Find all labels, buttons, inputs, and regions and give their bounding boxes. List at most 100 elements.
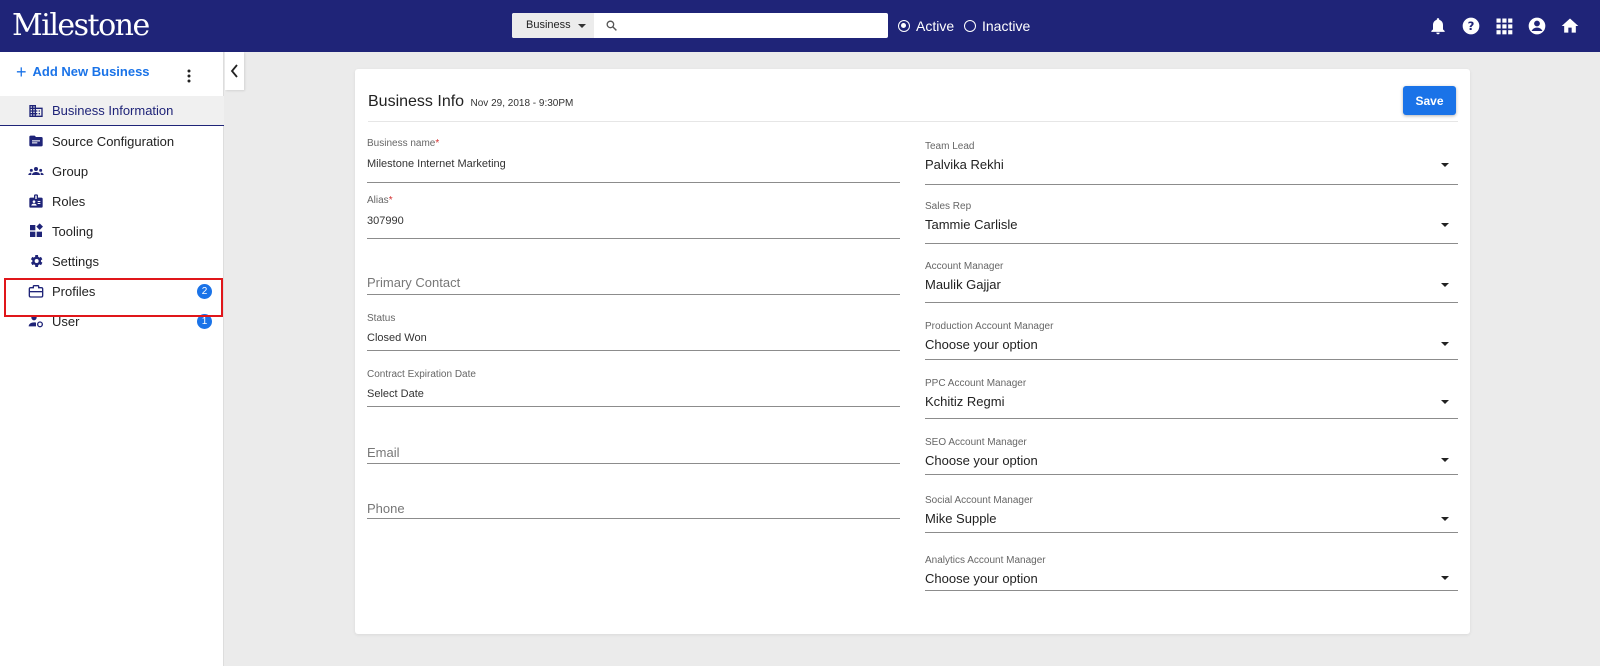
label-text: Alias	[367, 195, 389, 206]
milestone-logo[interactable]: Milestone	[12, 8, 150, 44]
caret-down-icon	[578, 24, 586, 28]
primary-contact-field[interactable]: Primary Contact	[367, 269, 900, 295]
production-account-manager-label: Production Account Manager	[925, 321, 1054, 332]
required-marker: *	[388, 195, 393, 206]
account-manager-value: Maulik Gajjar	[925, 277, 1001, 292]
sidebar-item-label: Business Information	[52, 103, 174, 118]
analytics-account-manager-label: Analytics Account Manager	[925, 555, 1046, 566]
caret-down-icon	[1441, 223, 1449, 227]
account-circle-icon[interactable]	[1527, 16, 1547, 36]
folder-icon	[29, 135, 43, 147]
bell-icon[interactable]	[1428, 16, 1448, 36]
card-title-text: Business Info	[368, 93, 465, 110]
account-manager-label: Account Manager	[925, 261, 1004, 272]
collapse-sidebar-button[interactable]	[225, 52, 244, 90]
caret-down-icon	[1441, 576, 1449, 580]
sidebar-item-label: Source Configuration	[52, 133, 175, 149]
contract-expiration-label: Contract Expiration Date	[367, 369, 476, 380]
seo-account-manager-select[interactable]: SEO Account Manager Choose your option	[925, 437, 1458, 475]
seo-account-manager-label: SEO Account Manager	[925, 437, 1027, 448]
top-navigation-bar: Milestone Business Active Inactive ?	[0, 0, 1600, 52]
save-button[interactable]: Save	[1403, 86, 1456, 115]
add-new-business-button[interactable]: + Add New Business	[16, 63, 150, 81]
radio-selected-icon	[898, 20, 910, 32]
roles-icon	[29, 194, 43, 208]
sidebar-item-label: Group	[52, 163, 89, 179]
sidebar-item-settings[interactable]: Settings	[0, 246, 224, 276]
status-field[interactable]: Status Closed Won	[367, 313, 900, 351]
add-new-business-label: Add New Business	[32, 64, 150, 79]
search-scope-label: Business	[526, 19, 571, 31]
alias-value: 307990	[367, 215, 404, 227]
phone-field[interactable]: Phone	[367, 499, 900, 519]
sidebar: + Add New Business Business Information …	[0, 52, 224, 666]
caret-down-icon	[1441, 163, 1449, 167]
social-account-manager-value: Mike Supple	[925, 511, 997, 526]
search-icon	[606, 20, 617, 31]
required-marker: *	[435, 138, 440, 149]
business-name-field[interactable]: Business name* Milestone Internet Market…	[367, 138, 900, 183]
contract-expiration-value: Select Date	[367, 388, 424, 400]
team-lead-value: Palvika Rekhi	[925, 157, 1004, 172]
home-icon[interactable]	[1560, 16, 1580, 36]
email-field[interactable]: Email	[367, 441, 900, 464]
email-placeholder: Email	[367, 445, 400, 460]
sales-rep-select[interactable]: Sales Rep Tammie Carlisle	[925, 201, 1458, 244]
sidebar-item-tooling[interactable]: Tooling	[0, 216, 224, 246]
phone-placeholder: Phone	[367, 501, 405, 516]
inactive-radio-label: Inactive	[982, 18, 1031, 34]
primary-contact-placeholder: Primary Contact	[367, 275, 461, 290]
radio-unselected-icon	[964, 20, 976, 32]
inactive-radio[interactable]: Inactive	[964, 18, 1030, 34]
more-vert-icon[interactable]	[183, 68, 195, 84]
divider	[368, 121, 1458, 122]
header-icons: ?	[1428, 16, 1580, 36]
sidebar-item-label: Tooling	[52, 223, 94, 239]
highlight-box	[4, 278, 223, 317]
analytics-account-manager-value: Choose your option	[925, 571, 1038, 586]
active-radio[interactable]: Active	[898, 18, 954, 34]
production-account-manager-select[interactable]: Production Account Manager Choose your o…	[925, 321, 1458, 360]
seo-account-manager-value: Choose your option	[925, 453, 1038, 468]
alias-label: Alias*	[367, 195, 393, 206]
analytics-account-manager-select[interactable]: Analytics Account Manager Choose your op…	[925, 555, 1458, 591]
social-account-manager-label: Social Account Manager	[925, 495, 1033, 506]
social-account-manager-select[interactable]: Social Account Manager Mike Supple	[925, 495, 1458, 533]
sidebar-item-roles[interactable]: Roles	[0, 186, 224, 216]
caret-down-icon	[1441, 400, 1449, 404]
active-radio-label: Active	[916, 18, 955, 34]
sidebar-item-source-configuration[interactable]: Source Configuration	[0, 126, 224, 156]
sales-rep-value: Tammie Carlisle	[925, 217, 1018, 232]
sales-rep-label: Sales Rep	[925, 201, 972, 212]
production-account-manager-value: Choose your option	[925, 337, 1038, 352]
status-value: Closed Won	[367, 332, 427, 344]
caret-down-icon	[1441, 283, 1449, 287]
sidebar-item-business-information[interactable]: Business Information	[0, 96, 224, 126]
contract-expiration-field[interactable]: Contract Expiration Date Select Date	[367, 369, 900, 407]
team-lead-label: Team Lead	[925, 141, 975, 152]
card-date: Nov 29, 2018 - 9:30PM	[470, 98, 574, 109]
team-lead-select[interactable]: Team Lead Palvika Rekhi	[925, 141, 1458, 185]
gear-icon	[30, 255, 43, 267]
search-scope-dropdown[interactable]: Business	[512, 13, 594, 38]
caret-down-icon	[1441, 342, 1449, 346]
ppc-account-manager-select[interactable]: PPC Account Manager Kchitiz Regmi	[925, 378, 1458, 419]
building-icon	[29, 105, 43, 117]
ppc-account-manager-label: PPC Account Manager	[925, 378, 1027, 389]
sidebar-item-label: Roles	[52, 193, 86, 209]
chevron-left-icon	[230, 64, 238, 78]
ppc-account-manager-value: Kchitiz Regmi	[925, 394, 1005, 409]
business-name-value: Milestone Internet Marketing	[367, 158, 506, 170]
label-text: Business name	[367, 138, 436, 149]
alias-field[interactable]: Alias* 307990	[367, 195, 900, 239]
search-input[interactable]	[624, 15, 880, 36]
business-name-label: Business name*	[367, 138, 439, 149]
caret-down-icon	[1441, 458, 1449, 462]
apps-grid-icon[interactable]	[1494, 16, 1514, 36]
svg-text:?: ?	[1468, 19, 1475, 33]
business-info-card: Business Info Nov 29, 2018 - 9:30PM Save…	[355, 69, 1470, 634]
sidebar-item-group[interactable]: Group	[0, 156, 224, 186]
sidebar-item-label: Settings	[52, 253, 99, 269]
account-manager-select[interactable]: Account Manager Maulik Gajjar	[925, 261, 1458, 303]
help-icon[interactable]: ?	[1461, 16, 1481, 36]
